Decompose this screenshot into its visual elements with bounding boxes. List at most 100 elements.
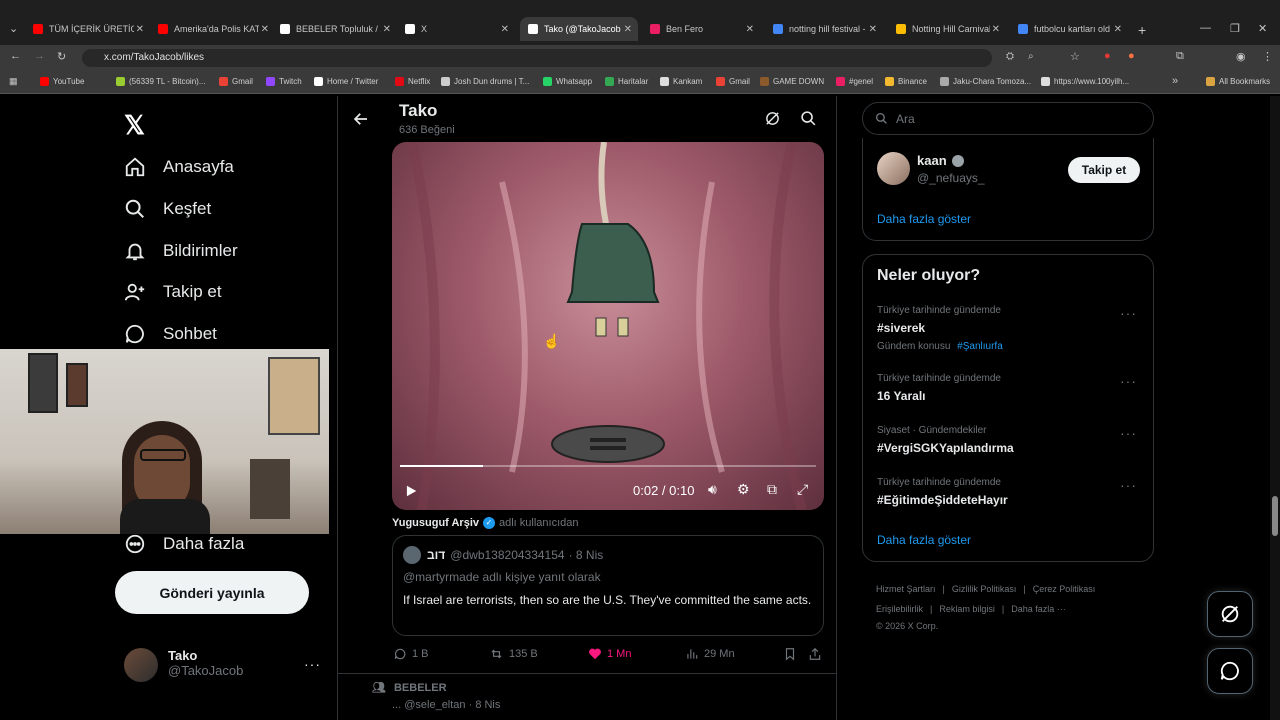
trend-more-icon[interactable]: ··· [1120,373,1137,389]
bookmark-item[interactable]: Haritalar [605,77,648,86]
trend-more-icon[interactable]: ··· [1120,477,1137,493]
bookmark-item[interactable]: Josh Dun drums | T... [441,77,529,86]
tab-search-icon[interactable]: ⌄ [9,22,18,35]
browser-tab[interactable]: Notting Hill Carnival ✕ [888,17,1006,41]
views-button[interactable]: 29 Mn [685,647,735,661]
tab-close-icon[interactable]: ✕ [136,24,144,35]
messages-fab[interactable] [1207,648,1253,694]
nav-more[interactable]: Daha fazla [124,533,244,555]
bookmark-item[interactable]: #genel [836,77,873,86]
community-context[interactable]: 👥︎ BEBELER [372,681,447,695]
bookmark-item[interactable]: Binance [885,77,927,86]
bookmarks-overflow-icon[interactable]: » [1172,75,1178,87]
close-window-icon[interactable]: ✕ [1258,22,1267,35]
bookmark-item[interactable]: Netflix [395,77,430,86]
tab-close-icon[interactable]: ✕ [1114,24,1122,35]
translate-icon[interactable]: ⛭ [1006,51,1014,62]
bookmark-item[interactable]: YouTube [40,77,84,86]
trend-item[interactable]: Türkiye tarihinde gündemde #siverek Günd… [863,305,1153,357]
reload-icon[interactable]: ↻ [57,50,66,63]
settings-icon[interactable]: ⚙ [737,481,750,498]
x-logo[interactable]: 𝕏 [124,110,145,141]
browser-tab[interactable]: X ✕ [397,17,515,41]
browser-tab[interactable]: BEBELER Topluluk / X ✕ [272,17,397,41]
tab-close-icon[interactable]: ✕ [869,24,877,35]
zoom-icon[interactable]: ⌕ [1028,51,1034,62]
footer-link[interactable]: Gizlilik Politikası [952,584,1017,594]
browser-tab[interactable]: Ben Fero ✕ [642,17,760,41]
show-more-trends-link[interactable]: Daha fazla göster [877,533,971,547]
source-name[interactable]: Yugusuguf Arşiv [392,517,479,529]
browser-tab[interactable]: notting hill festival - G ✕ [765,17,883,41]
nav-explore[interactable]: Keşfet [124,198,211,220]
search-box[interactable]: Ara [862,102,1154,135]
bookmark-item[interactable]: https://www.100yilh... [1041,77,1129,86]
trend-item[interactable]: Türkiye tarihinde gündemde #EğitimdeŞidd… [863,477,1153,513]
trend-more-icon[interactable]: ··· [1120,305,1137,321]
minimize-icon[interactable]: — [1200,22,1211,34]
bookmark-star-icon[interactable]: ☆ [1070,50,1080,63]
trend-item[interactable]: Türkiye tarihinde gündemde 16 Yaralı ··· [863,373,1153,409]
extension-orange-icon[interactable]: ● [1128,50,1135,62]
account-switcher[interactable]: Tako @TakoJacob [124,648,243,682]
bookmark-icon[interactable] [783,647,797,661]
volume-icon[interactable]: 🔊︎ [708,481,717,498]
page-scrollbar[interactable] [1270,96,1280,720]
browser-tab[interactable]: Amerika'da Polis KATİ ✕ [150,17,275,41]
video-player[interactable]: 0:02 / 0:10 🔊︎ ⚙ ⧉ ⤢ [392,142,824,510]
footer-link[interactable]: Daha fazla ··· [1011,604,1066,614]
apps-icon[interactable]: ▦ [9,76,18,87]
fullscreen-icon[interactable]: ⤢ [797,481,808,498]
trend-item[interactable]: Siyaset · Gündemdekiler #VergiSGKYapılan… [863,425,1153,461]
nav-home[interactable]: Anasayfa [124,156,234,178]
footer-link[interactable]: Hizmet Şartları [876,584,936,594]
account-more-icon[interactable]: ··· [304,656,321,672]
footer-link[interactable]: Çerez Politikası [1033,584,1096,594]
tab-close-icon[interactable]: ✕ [501,24,509,35]
tab-close-icon[interactable]: ✕ [383,24,391,35]
footer-link[interactable]: Reklam bilgisi [939,604,995,614]
browser-tab[interactable]: TÜM İÇERİK ÜRETİCİL✕ [25,17,150,41]
tab-close-icon[interactable]: ✕ [624,24,632,35]
bookmark-item[interactable]: (56339 TL - Bitcoin)... [116,77,205,86]
bookmark-item[interactable]: Jaku-Chara Tomoza... [940,77,1031,86]
tab-close-icon[interactable]: ✕ [261,24,269,35]
nav-follow[interactable]: Takip et [124,281,222,303]
grok-fab[interactable] [1207,591,1253,637]
play-icon[interactable] [404,484,418,498]
bookmark-item[interactable]: Twitch [266,77,302,86]
avatar[interactable] [877,152,910,185]
new-tab-icon[interactable]: + [1138,22,1146,38]
like-button[interactable]: 1 Mn [588,647,631,661]
bookmark-item[interactable]: Gmail [716,77,750,86]
menu-icon[interactable]: ⋮ [1262,50,1273,63]
nav-notifications[interactable]: Bildirimler [124,240,238,262]
show-more-follow-link[interactable]: Daha fazla göster [877,212,971,226]
reply-button[interactable]: 1 B [393,647,429,661]
bookmark-item[interactable]: Kankam [660,77,702,86]
url-field[interactable]: x.com/TakoJacob/likes [82,49,992,67]
bookmark-item[interactable]: Whatsapp [543,77,592,86]
back-arrow-icon[interactable] [352,110,370,128]
grok-icon[interactable] [764,110,781,127]
search-icon[interactable] [800,110,817,127]
all-bookmarks[interactable]: All Bookmarks [1206,77,1270,86]
tab-close-icon[interactable]: ✕ [992,24,1000,35]
forward-icon[interactable]: → [34,50,45,62]
profile-icon[interactable]: ◉ [1236,50,1246,63]
browser-tab[interactable]: futbolcu kartları old ✕ [1010,17,1128,41]
follow-button[interactable]: Takip et [1068,157,1140,183]
tab-close-icon[interactable]: ✕ [746,24,754,35]
nav-chat[interactable]: Sohbet [124,323,217,345]
post-button[interactable]: Gönderi yayınla [115,571,309,614]
video-progress-track[interactable] [400,465,816,467]
pip-icon[interactable]: ⧉ [767,481,777,498]
trend-more-icon[interactable]: ··· [1120,425,1137,441]
extensions-icon[interactable]: ⧉ [1176,50,1184,63]
suggested-user-name[interactable]: kaan [917,153,964,168]
scrollbar-thumb[interactable] [1272,496,1278,536]
repost-button[interactable]: 135 B [489,647,538,661]
browser-tab[interactable]: Tako (@TakoJacob ✕ [520,17,638,41]
bookmark-item[interactable]: Home / Twitter [314,77,378,86]
quoted-post[interactable]: דוב @dwb138204334154 · 8 Nis @martyrmade… [392,535,824,636]
